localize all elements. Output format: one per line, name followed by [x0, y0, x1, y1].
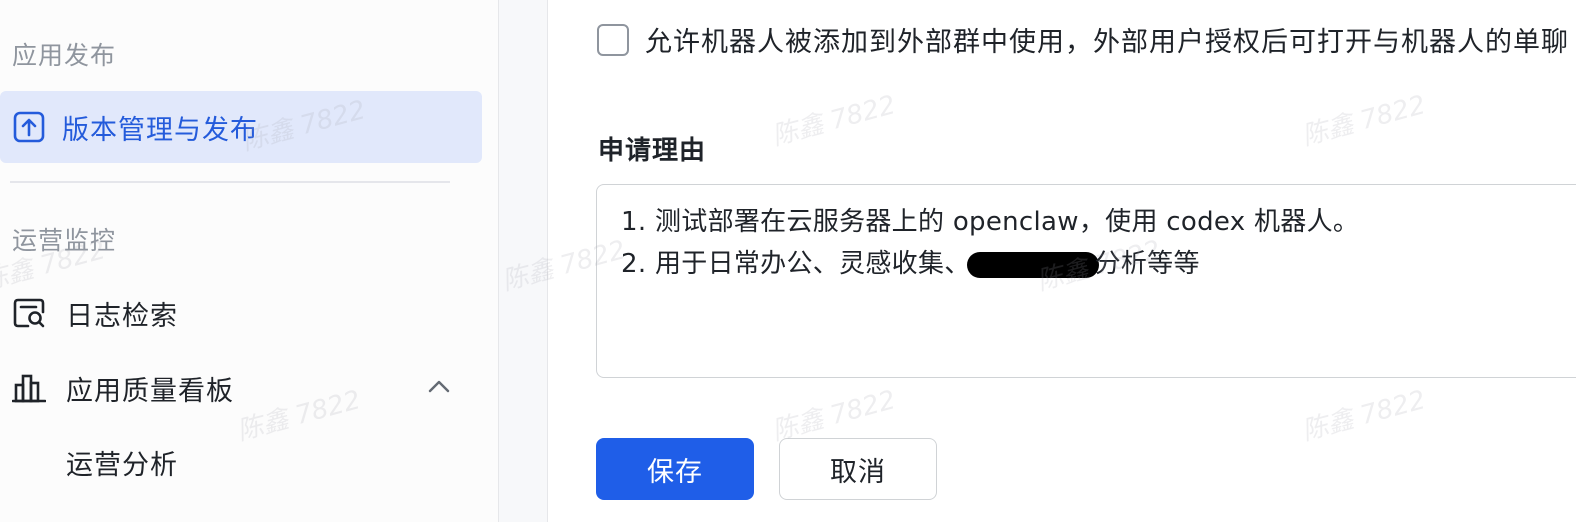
external-group-checkbox-label: 允许机器人被添加到外部群中使用，外部用户授权后可打开与机器人的单聊	[645, 27, 1569, 58]
reason-textarea[interactable]: 1. 测试部署在云服务器上的 openclaw，使用 codex 机器人。 2.…	[596, 184, 1576, 378]
sidebar-item-label: 应用质量看板	[66, 375, 234, 407]
reason-line-2: 2. 用于日常办公、灵感收集、 分析等等	[621, 243, 1200, 280]
section-title-publish: 应用发布	[12, 41, 117, 70]
sidebar-divider	[10, 181, 450, 183]
watermark: 陈鑫 7822	[768, 90, 899, 152]
sidebar-item-version-management[interactable]: 版本管理与发布	[0, 91, 482, 163]
log-search-icon	[12, 296, 46, 330]
reason-line-1: 1. 测试部署在云服务器上的 openclaw，使用 codex 机器人。	[621, 207, 1360, 237]
redaction-mark	[966, 251, 1099, 278]
sidebar: 应用发布 版本管理与发布 运营监控 日志检索 应用质量看板 运营分析	[0, 0, 499, 522]
save-button[interactable]: 保存	[596, 438, 754, 500]
sidebar-subitem-ops-analysis[interactable]: 运营分析	[66, 443, 178, 482]
sidebar-item-label: 日志检索	[66, 300, 178, 332]
content-gutter	[499, 0, 548, 522]
watermark: 陈鑫 7822	[1298, 385, 1429, 447]
chevron-up-icon[interactable]	[426, 374, 452, 400]
watermark: 陈鑫 7822	[1298, 90, 1429, 152]
bar-chart-icon	[12, 371, 46, 405]
sidebar-item-quality-board[interactable]: 应用质量看板	[0, 358, 482, 418]
sidebar-item-label: 版本管理与发布	[62, 114, 258, 146]
sidebar-item-log-search[interactable]: 日志检索	[0, 283, 482, 343]
reason-label: 申请理由	[598, 136, 707, 166]
cancel-button[interactable]: 取消	[779, 438, 937, 500]
external-group-checkbox[interactable]	[597, 24, 629, 56]
reason-line-2-prefix: 2. 用于日常办公、灵感收集、	[621, 249, 971, 279]
reason-line-2-suffix: 分析等等	[1094, 249, 1200, 279]
section-title-ops: 运营监控	[12, 226, 117, 255]
upload-icon	[12, 110, 46, 144]
